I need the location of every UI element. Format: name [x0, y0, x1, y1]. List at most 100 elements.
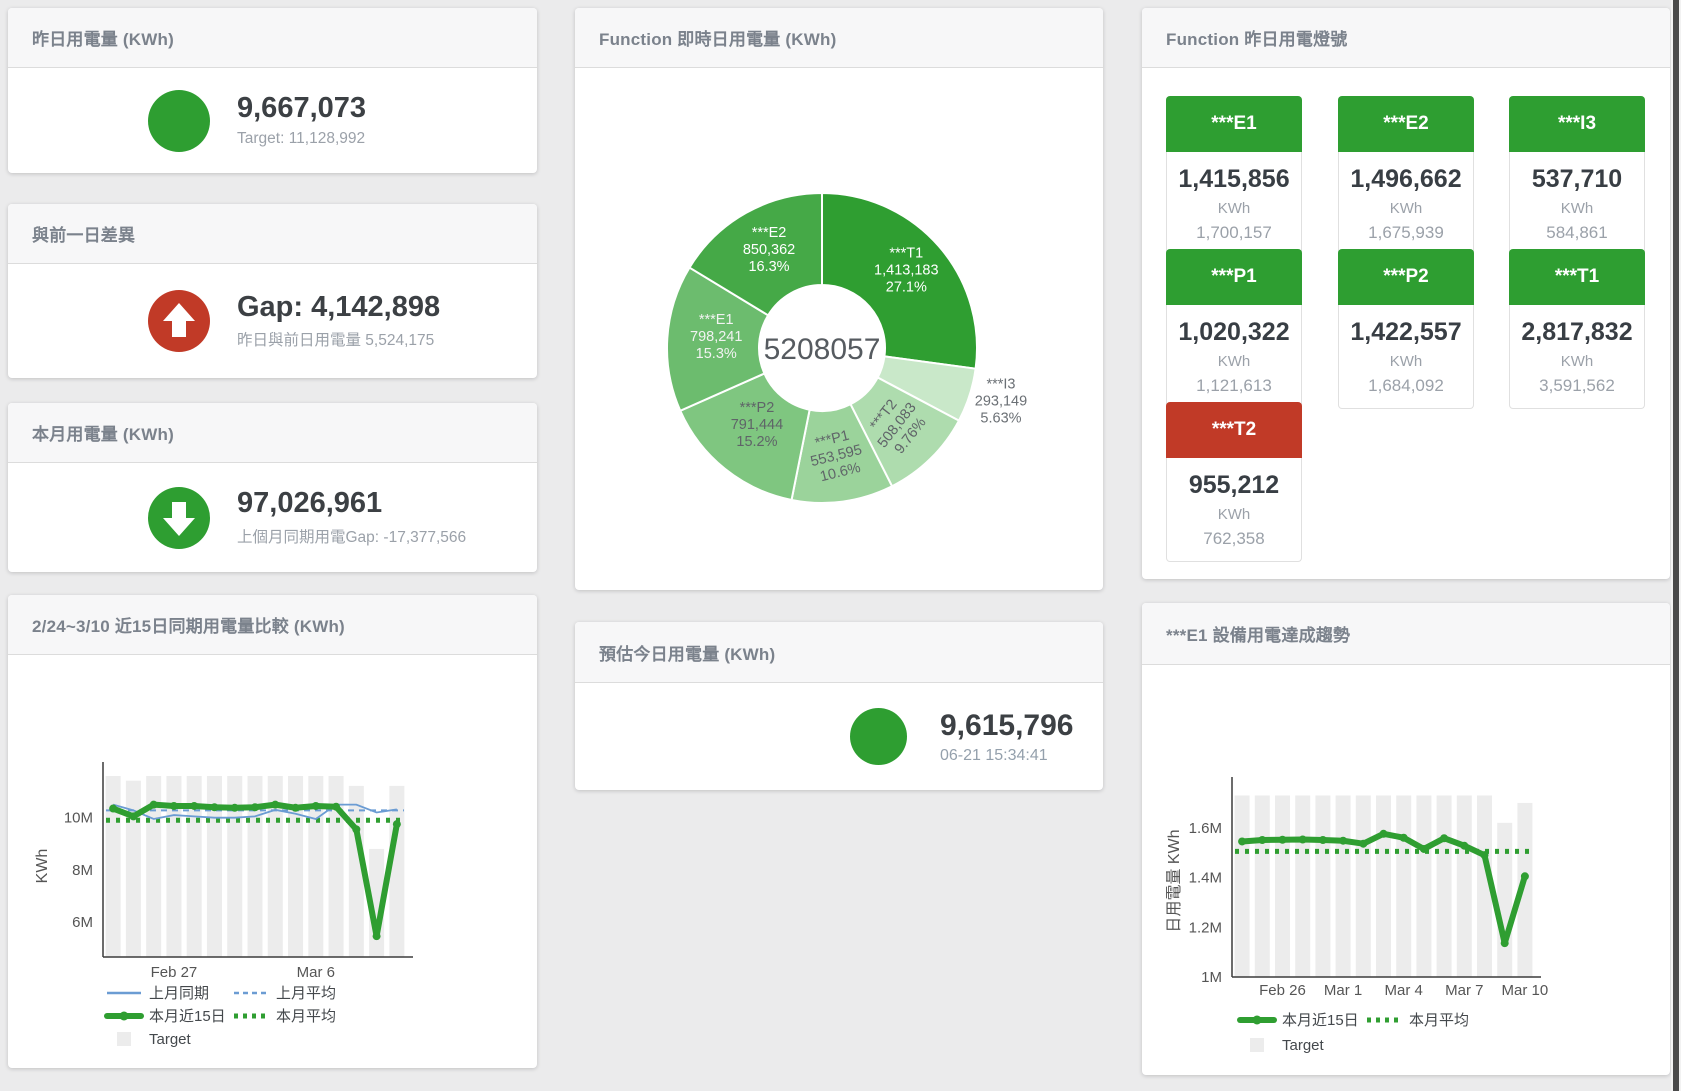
card-yesterday-usage: 昨日用電量 (KWh) 9,667,073 Target: 11,128,992: [8, 8, 537, 173]
legend-label: 本月近15日: [149, 1008, 226, 1025]
card-lights-header: Function 昨日用電燈號: [1142, 8, 1670, 68]
tile-P1-target: 1,121,613: [1169, 376, 1299, 396]
tile-T1-unit: KWh: [1512, 353, 1642, 370]
target-bar: [1315, 795, 1330, 977]
data-point: [373, 932, 381, 940]
y-tick-label: 1M: [1201, 969, 1222, 986]
tile-E1-unit: KWh: [1169, 200, 1299, 217]
status-tile-P2: ***P2 1,422,557 KWh 1,684,092: [1338, 249, 1474, 409]
x-tick-label: Feb 26: [1259, 982, 1306, 999]
tile-T1-target: 3,591,562: [1512, 376, 1642, 396]
card-status-lights: Function 昨日用電燈號 ***E1 1,415,856 KWh 1,70…: [1142, 8, 1670, 579]
card-realtime-donut: Function 即時日用電量 (KWh) ***T11,413,18327.1…: [575, 8, 1103, 590]
estimate-timestamp: 06-21 15:34:41: [940, 747, 1073, 765]
day-gap-sub: 昨日與前日用電量 5,524,175: [237, 328, 440, 350]
card-day-gap: 與前一日差異 Gap: 4,142,898 昨日與前日用電量 5,524,175: [8, 204, 537, 378]
compare-line-chart: 6M8M10MFeb 27Mar 6KWh上月同期上月平均本月近15日本月平均T…: [8, 595, 537, 1068]
y-tick-label: 1.6M: [1189, 820, 1222, 837]
card-donut-header: Function 即時日用電量 (KWh): [575, 8, 1103, 68]
target-bar: [1416, 795, 1431, 977]
data-point: [1440, 834, 1448, 842]
card-month-title: 本月用電量 (KWh): [32, 420, 174, 445]
target-bar: [207, 776, 222, 957]
x-tick-label: Mar 4: [1385, 982, 1423, 999]
tile-P1-unit: KWh: [1169, 353, 1299, 370]
card-lights-title: Function 昨日用電燈號: [1166, 25, 1347, 50]
x-tick-label: Mar 7: [1445, 982, 1483, 999]
card-yesterday-title: 昨日用電量 (KWh): [32, 25, 174, 50]
data-point: [1279, 836, 1287, 844]
day-gap-value: Gap: 4,142,898: [237, 292, 440, 324]
target-bar: [126, 781, 141, 957]
target-bar: [1396, 795, 1411, 977]
target-bar: [1295, 795, 1310, 977]
tile-P1-header: ***P1: [1166, 249, 1302, 305]
status-ok-icon: [850, 708, 907, 765]
data-point: [332, 803, 340, 811]
tile-E1-target: 1,700,157: [1169, 223, 1299, 243]
card-compare-title: 2/24~3/10 近15日同期用電量比較 (KWh): [32, 612, 345, 637]
target-bar: [1336, 795, 1351, 977]
card-estimate-title: 預估今日用電量 (KWh): [599, 640, 775, 665]
data-point: [251, 803, 259, 811]
tile-T2-header: ***T2: [1166, 402, 1302, 458]
donut-label-I3: ***I3293,1495.63%: [975, 377, 1027, 427]
target-bar: [1376, 795, 1391, 977]
card-month-header: 本月用電量 (KWh): [8, 403, 537, 463]
data-point: [170, 802, 178, 810]
month-gap-sub: 上個月同期用電Gap: -17,377,566: [237, 525, 466, 547]
card-day-gap-title: 與前一日差異: [32, 221, 135, 246]
data-point: [271, 801, 279, 809]
estimate-value: 9,615,796: [940, 709, 1073, 742]
tile-P2-unit: KWh: [1341, 353, 1471, 370]
status-tile-I3: ***I3 537,710 KWh 584,861: [1509, 96, 1645, 256]
data-point: [1238, 837, 1246, 845]
card-donut-title: Function 即時日用電量 (KWh): [599, 25, 836, 50]
yesterday-value: 9,667,073: [237, 93, 366, 125]
card-estimate-header: 預估今日用電量 (KWh): [575, 622, 1103, 683]
data-point: [190, 802, 198, 810]
card-estimate-today: 預估今日用電量 (KWh) 9,615,796 06-21 15:34:41: [575, 622, 1103, 790]
card-day-gap-header: 與前一日差異: [8, 204, 537, 264]
data-point: [1420, 845, 1428, 853]
donut-chart: ***T11,413,18327.1%***I3293,1495.63%***T…: [575, 8, 1103, 590]
x-tick-label: Mar 6: [297, 964, 335, 981]
tile-E2-unit: KWh: [1341, 200, 1471, 217]
x-tick-label: Mar 1: [1324, 982, 1362, 999]
tile-P2-target: 1,684,092: [1341, 376, 1471, 396]
tile-E2-header: ***E2: [1338, 96, 1474, 152]
tile-I3-value: 537,710: [1512, 165, 1642, 194]
card-trend-chart: ***E1 設備用電達成趨勢 1M1.2M1.4M1.6MFeb 26Mar 1…: [1142, 603, 1670, 1075]
y-tick-label: 1.4M: [1189, 870, 1222, 887]
target-bar: [1457, 795, 1472, 977]
target-bar: [1497, 823, 1512, 977]
card-compare-header: 2/24~3/10 近15日同期用電量比較 (KWh): [8, 595, 537, 655]
data-point: [352, 825, 360, 833]
tile-T2-target: 762,358: [1169, 529, 1299, 549]
legend-label: 本月平均: [1409, 1012, 1469, 1029]
legend-label: 本月平均: [276, 1008, 336, 1025]
target-bar: [1275, 795, 1290, 977]
data-point: [1359, 840, 1367, 848]
card-yesterday-header: 昨日用電量 (KWh): [8, 8, 537, 68]
page-scrollbar[interactable]: [1671, 0, 1681, 1091]
data-point: [1299, 835, 1307, 843]
tile-P2-header: ***P2: [1338, 249, 1474, 305]
data-point: [1339, 837, 1347, 845]
target-bar: [1255, 795, 1270, 977]
target-bar: [288, 776, 303, 957]
y-tick-label: 6M: [72, 914, 93, 931]
scrollbar-thumb[interactable]: [1673, 0, 1679, 1091]
data-point: [129, 812, 137, 820]
data-point: [150, 801, 158, 809]
tile-E1-header: ***E1: [1166, 96, 1302, 152]
tile-E2-value: 1,496,662: [1341, 165, 1471, 194]
card-trend-header: ***E1 設備用電達成趨勢: [1142, 603, 1670, 665]
status-tile-E1: ***E1 1,415,856 KWh 1,700,157: [1166, 96, 1302, 256]
tile-P1-value: 1,020,322: [1169, 318, 1299, 347]
legend-label: Target: [149, 1031, 192, 1048]
data-point: [1460, 842, 1468, 850]
tile-E2-target: 1,675,939: [1341, 223, 1471, 243]
y-tick-label: 10M: [64, 810, 93, 827]
tile-T1-header: ***T1: [1509, 249, 1645, 305]
